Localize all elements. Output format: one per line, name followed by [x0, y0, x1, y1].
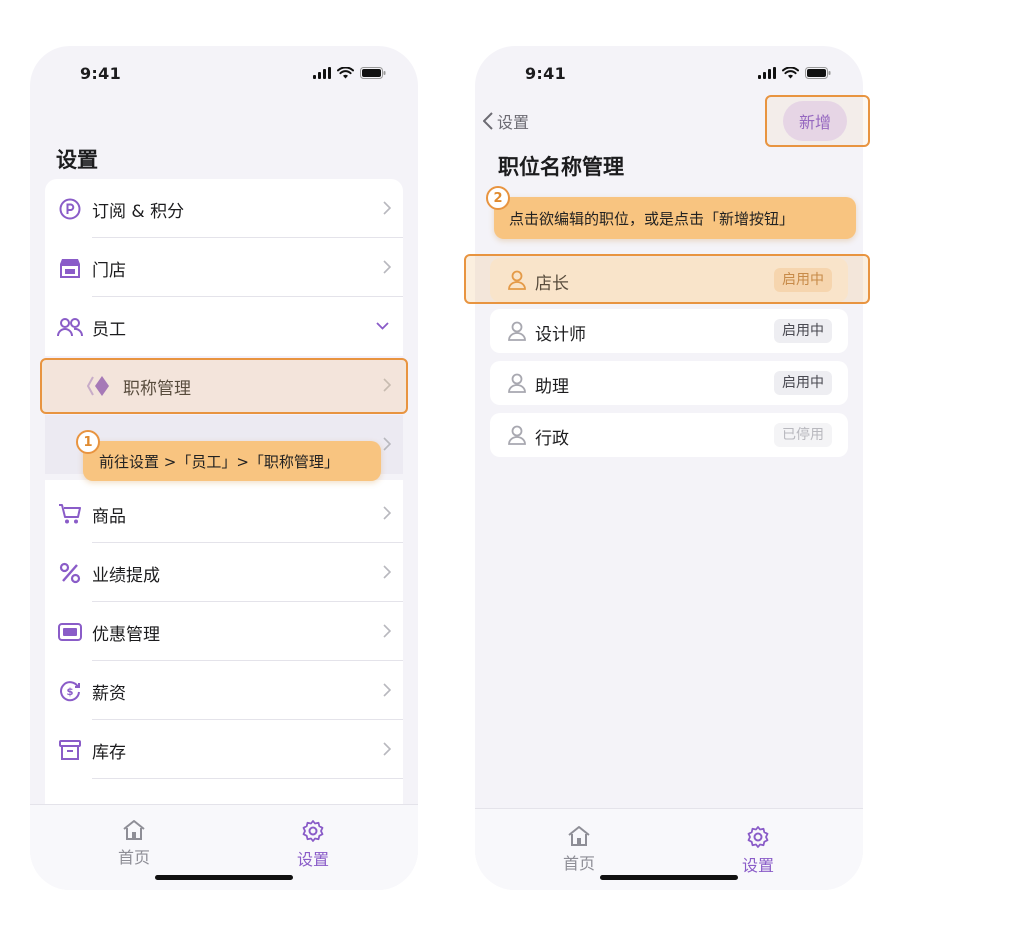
back-label: 设置: [497, 113, 530, 132]
position-item-admin[interactable]: 行政 已停用: [490, 413, 848, 457]
position-name: 设计师: [535, 325, 586, 345]
svg-text:$: $: [67, 687, 74, 698]
settings-menu-card: 订阅 & 积分 门店 员工 职称管理 商品 业绩提成 优惠管理 $ 薪资 库存: [45, 179, 403, 879]
home-icon: [123, 820, 145, 840]
wifi-icon: [782, 67, 799, 79]
tab-home[interactable]: 首页: [94, 819, 174, 868]
page-title: 设置: [56, 148, 98, 172]
step1-badge: 1: [76, 430, 100, 454]
highlight-position-item: [464, 254, 870, 304]
wifi-icon: [337, 67, 354, 79]
cart-icon: [57, 501, 83, 527]
status-icons: [313, 67, 386, 79]
gear-icon: [747, 826, 769, 848]
status-bar: 9:41: [30, 64, 418, 86]
menu-item-label: 优惠管理: [92, 625, 160, 645]
tab-settings-label: 设置: [296, 850, 329, 869]
back-button[interactable]: 设置: [483, 109, 529, 133]
person-icon: [508, 373, 526, 393]
signal-icon: [758, 67, 776, 79]
menu-item-discounts[interactable]: 优惠管理: [45, 602, 403, 661]
step1-text: 前往设置 >「员工」>「职称管理」: [99, 453, 339, 471]
coupon-icon: [57, 619, 83, 645]
staff-people-icon: [57, 314, 83, 340]
status-time: 9:41: [525, 64, 566, 83]
position-name: 助理: [535, 377, 569, 397]
chevron-left-icon: [483, 112, 493, 130]
percent-icon: [57, 560, 83, 586]
chevron-right-icon: [383, 742, 391, 756]
home-icon: [568, 826, 590, 846]
menu-item-subscription[interactable]: 订阅 & 积分: [45, 179, 403, 238]
menu-item-salary[interactable]: $ 薪资: [45, 661, 403, 720]
status-icons: [758, 67, 831, 79]
person-icon: [508, 321, 526, 341]
menu-item-label: 薪资: [92, 684, 126, 704]
status-badge: 启用中: [774, 371, 832, 395]
step2-tooltip: 点击欲编辑的职位，或是点击「新增按钮」: [494, 197, 856, 239]
home-indicator: [600, 875, 738, 880]
chevron-down-icon: [376, 322, 389, 330]
chevron-right-icon: [383, 565, 391, 579]
status-badge: 已停用: [774, 423, 832, 447]
person-icon: [508, 425, 526, 445]
salary-icon: $: [57, 678, 83, 704]
gear-icon: [302, 820, 324, 842]
menu-item-label: 库存: [92, 743, 126, 763]
signal-icon: [313, 67, 331, 79]
step1-tooltip: 前往设置 >「员工」>「职称管理」: [83, 441, 381, 481]
tab-home-label: 首页: [117, 848, 150, 867]
tab-bar: 首页 设置: [475, 808, 863, 890]
tab-home-label: 首页: [562, 854, 595, 873]
menu-item-store[interactable]: 门店: [45, 238, 403, 297]
menu-item-label: 商品: [92, 507, 126, 527]
chevron-right-icon: [383, 260, 391, 274]
menu-item-commission[interactable]: 业绩提成: [45, 543, 403, 602]
chevron-right-icon: [383, 437, 391, 451]
battery-icon: [360, 67, 386, 79]
chevron-right-icon: [383, 506, 391, 520]
tab-settings-label: 设置: [741, 856, 774, 875]
highlight-title-management: [40, 358, 408, 414]
battery-icon: [805, 67, 831, 79]
position-name: 行政: [535, 429, 569, 449]
position-item-designer[interactable]: 设计师 启用中: [490, 309, 848, 353]
menu-item-products[interactable]: 商品: [45, 484, 403, 543]
menu-item-label: 业绩提成: [92, 566, 160, 586]
menu-item-staff[interactable]: 员工: [45, 297, 403, 356]
chevron-right-icon: [383, 624, 391, 638]
points-circle-icon: [57, 196, 83, 222]
step2-text: 点击欲编辑的职位，或是点击「新增按钮」: [509, 210, 795, 228]
menu-item-label: 门店: [92, 261, 126, 281]
highlight-add-button: [765, 95, 870, 147]
tab-settings[interactable]: 设置: [718, 825, 798, 876]
status-badge: 启用中: [774, 319, 832, 343]
home-indicator: [155, 875, 293, 880]
chevron-right-icon: [383, 201, 391, 215]
phone-screen-position-management: 9:41 设置 新增 职位名称管理 店长 启用中 设计师 启用中 助理 启用中 …: [475, 46, 863, 890]
tab-home[interactable]: 首页: [539, 825, 619, 874]
page-title: 职位名称管理: [498, 155, 624, 179]
inventory-box-icon: [57, 737, 83, 763]
divider: [92, 778, 403, 779]
tab-bar: 首页 设置: [30, 804, 418, 890]
position-item-assistant[interactable]: 助理 启用中: [490, 361, 848, 405]
menu-item-label: 员工: [92, 320, 126, 340]
store-icon: [57, 255, 83, 281]
tab-settings[interactable]: 设置: [273, 819, 353, 870]
status-bar: 9:41: [475, 64, 863, 86]
menu-item-label: 订阅 & 积分: [92, 202, 185, 222]
menu-item-inventory[interactable]: 库存: [45, 720, 403, 779]
step2-badge: 2: [486, 186, 510, 210]
status-time: 9:41: [80, 64, 121, 83]
chevron-right-icon: [383, 683, 391, 697]
